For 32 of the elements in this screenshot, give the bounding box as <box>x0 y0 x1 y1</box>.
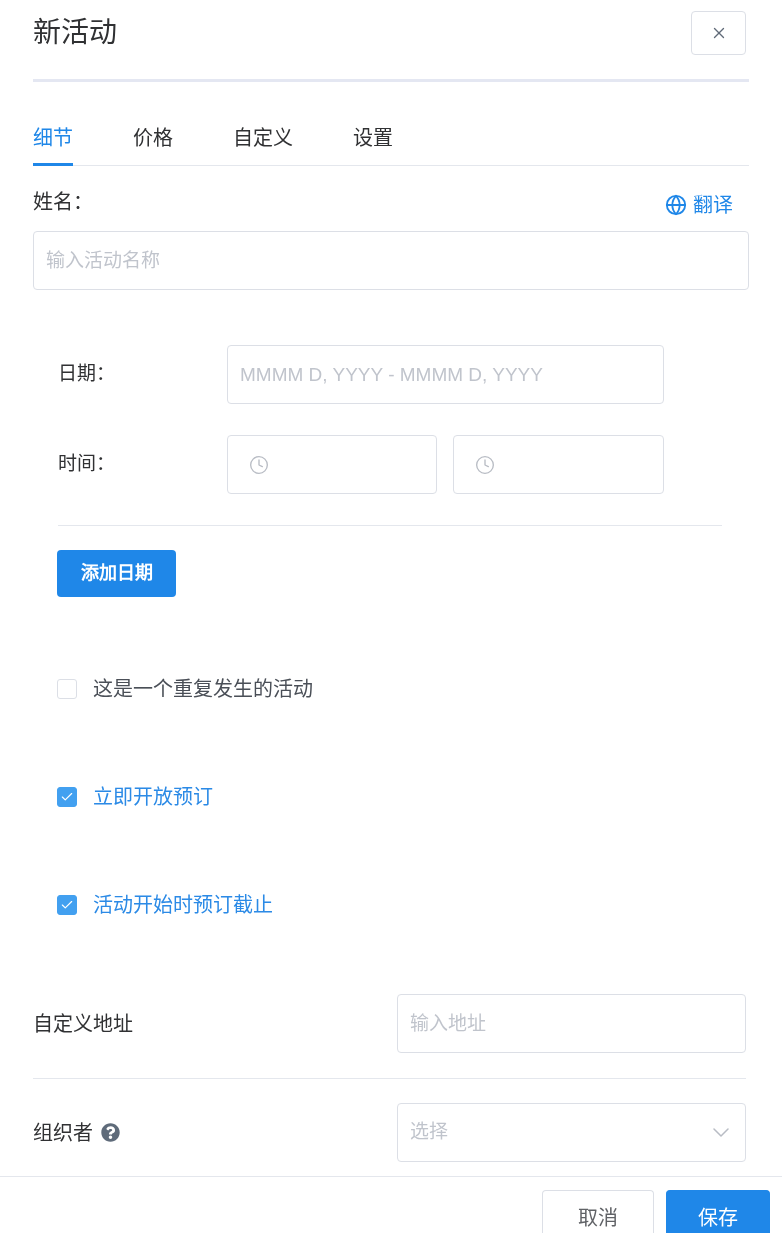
help-icon[interactable] <box>101 1123 120 1142</box>
checkbox[interactable] <box>57 787 77 807</box>
tab[interactable]: 自定义 <box>233 112 293 166</box>
field-label: 姓名： <box>33 190 93 215</box>
tab[interactable]: 设置 <box>353 112 393 166</box>
globe-icon <box>665 194 687 216</box>
cancel-button[interactable]: 取消 <box>542 1190 654 1233</box>
address-field[interactable]: 输入地址 <box>397 994 746 1053</box>
checkbox-label[interactable]: 活动开始时预订截止 <box>93 890 273 920</box>
close-button[interactable] <box>691 11 746 55</box>
input-field[interactable]: 输入活动名称 <box>33 231 749 290</box>
save-button[interactable]: 保存 <box>666 1190 770 1233</box>
tab[interactable]: 细节 <box>33 112 73 166</box>
checkbox[interactable] <box>57 895 77 915</box>
tab[interactable]: 价格 <box>133 112 173 166</box>
translate-link[interactable]: 翻译 <box>665 190 733 220</box>
clock-icon <box>249 454 269 475</box>
check-icon <box>60 790 74 804</box>
field-label: 日期： <box>58 362 116 387</box>
clock-icon <box>475 454 495 475</box>
checkbox-label[interactable]: 立即开放预订 <box>93 782 213 812</box>
time-field[interactable] <box>227 435 437 494</box>
field-label: 时间： <box>58 452 116 477</box>
chevron-down-icon <box>713 1128 729 1137</box>
add-date-button[interactable]: 添加日期 <box>57 550 176 597</box>
field-label: 自定义地址 <box>33 1011 133 1037</box>
checkbox-label[interactable]: 这是一个重复发生的活动 <box>93 674 313 704</box>
date-range-field[interactable]: MMMM D, YYYY - MMMM D, YYYY <box>227 345 664 404</box>
time-field[interactable] <box>453 435 664 494</box>
dialog-title: 新活动 <box>33 16 117 50</box>
field-label: 组织者 <box>33 1120 93 1146</box>
check-icon <box>60 898 74 912</box>
